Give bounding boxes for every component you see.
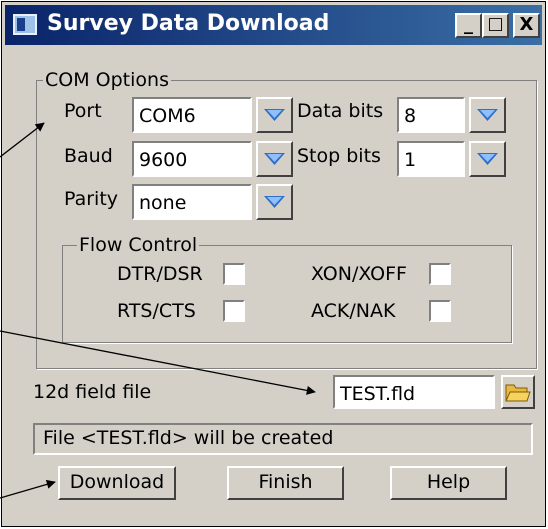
flow-control-legend: Flow Control (77, 234, 200, 256)
help-button[interactable]: Help (390, 466, 507, 500)
baud-combo[interactable]: 9600 (132, 141, 293, 177)
close-button[interactable]: X (513, 13, 540, 38)
chevron-down-icon (264, 153, 285, 165)
chevron-down-icon (264, 109, 285, 121)
rts-cts-label: RTS/CTS (117, 300, 196, 322)
window-title: Survey Data Download (47, 11, 330, 36)
data-bits-combo[interactable]: 8 (397, 97, 506, 133)
chevron-down-icon (477, 109, 498, 121)
parity-dropdown-button[interactable] (256, 184, 293, 220)
stop-bits-label: Stop bits (297, 145, 381, 167)
port-field[interactable]: COM6 (132, 97, 252, 133)
rts-cts-checkbox[interactable] (223, 300, 245, 322)
field-file-label: 12d field file (33, 381, 152, 403)
parity-label: Parity (64, 188, 119, 210)
parity-combo[interactable]: none (132, 184, 293, 220)
chevron-down-icon (264, 196, 285, 208)
dtr-dsr-checkbox[interactable] (223, 263, 245, 285)
parity-field[interactable]: none (132, 184, 252, 220)
xon-xoff-label: XON/XOFF (311, 263, 407, 285)
app-window-icon (13, 14, 37, 35)
baud-dropdown-button[interactable] (256, 141, 293, 177)
ack-nak-checkbox[interactable] (429, 300, 451, 322)
status-message: File <TEST.fld> will be created (33, 423, 533, 455)
data-bits-field[interactable]: 8 (397, 97, 465, 133)
finish-button[interactable]: Finish (227, 466, 344, 500)
dtr-dsr-label: DTR/DSR (117, 263, 203, 285)
data-bits-label: Data bits (297, 100, 384, 122)
chevron-down-icon (477, 153, 498, 165)
data-bits-dropdown-button[interactable] (469, 97, 506, 133)
stop-bits-dropdown-button[interactable] (469, 141, 506, 177)
maximize-button[interactable]: □ (482, 13, 509, 38)
port-label: Port (64, 100, 102, 122)
stop-bits-field[interactable]: 1 (397, 141, 465, 177)
baud-label: Baud (64, 145, 113, 167)
field-file-input[interactable]: TEST.fld (333, 375, 495, 409)
xon-xoff-checkbox[interactable] (429, 263, 451, 285)
flow-control-group (62, 245, 512, 343)
download-button[interactable]: Download (58, 466, 176, 500)
baud-field[interactable]: 9600 (132, 141, 252, 177)
title-bar[interactable]: Survey Data Download _ □ X (5, 5, 542, 45)
port-dropdown-button[interactable] (256, 97, 293, 133)
com-options-legend: COM Options (43, 69, 171, 91)
ack-nak-label: ACK/NAK (311, 300, 396, 322)
folder-icon (505, 384, 531, 402)
port-combo[interactable]: COM6 (132, 97, 293, 133)
minimize-button[interactable]: _ (455, 13, 482, 38)
stop-bits-combo[interactable]: 1 (397, 141, 506, 177)
browse-button[interactable] (501, 375, 535, 409)
